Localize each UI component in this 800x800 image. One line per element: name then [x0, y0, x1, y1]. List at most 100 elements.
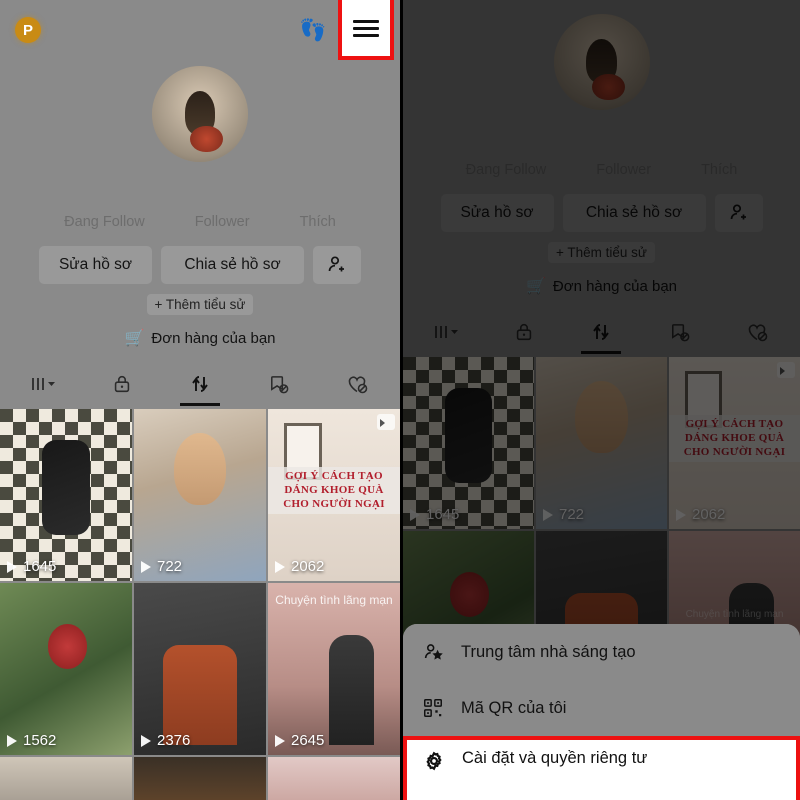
- stat-likes[interactable]: Thích: [701, 162, 737, 178]
- grid-cell[interactable]: [134, 757, 266, 800]
- menu-item-creator-center[interactable]: Trung tâm nhà sáng tạo: [403, 624, 800, 680]
- post-thumbnail: [403, 357, 534, 529]
- stat-likes[interactable]: Thích: [300, 214, 336, 230]
- stat-followers[interactable]: Follower: [596, 162, 651, 178]
- menu-item-settings-and-privacy[interactable]: Cài đặt và quyền riêng tư: [403, 736, 800, 800]
- your-orders-row[interactable]: 🛒 Đơn hàng của bạn: [0, 328, 400, 348]
- stat-following[interactable]: Đang Follow: [466, 162, 547, 178]
- add-friend-button[interactable]: [714, 194, 763, 232]
- view-count-row: 1645: [410, 506, 459, 523]
- play-icon: [141, 734, 151, 747]
- menu-item-my-qr-code[interactable]: Mã QR của tôi: [403, 680, 800, 736]
- add-bio-button[interactable]: + Thêm tiểu sử: [548, 242, 655, 263]
- view-count-row: 2062: [275, 558, 324, 575]
- grid-cell[interactable]: 1562: [0, 583, 132, 755]
- tab-saved[interactable]: [239, 362, 317, 406]
- creator-star-icon: [421, 641, 445, 663]
- view-count: 2062: [291, 558, 325, 575]
- footprints-icon[interactable]: 👣: [299, 18, 326, 43]
- profile-actions: Sửa hồ sơ Chia sẻ hồ sơ: [0, 246, 400, 284]
- platform-badge: P: [15, 17, 41, 43]
- view-count-row: 1562: [7, 732, 56, 749]
- play-icon: [275, 560, 285, 573]
- add-friend-button[interactable]: [313, 246, 361, 284]
- gear-icon: [422, 750, 446, 772]
- lock-icon: [516, 323, 531, 341]
- grid-cell[interactable]: [0, 757, 132, 800]
- view-count: 722: [157, 558, 183, 575]
- tab-reposts[interactable]: [161, 362, 239, 406]
- multi-photo-icon: [377, 414, 395, 430]
- grid-cell[interactable]: 722: [536, 357, 667, 529]
- view-count: 2376: [157, 732, 191, 749]
- tab-posts-grid[interactable]: [407, 310, 485, 354]
- tab-private[interactable]: [82, 362, 160, 406]
- grid-cell[interactable]: [268, 757, 400, 800]
- avatar[interactable]: [553, 14, 650, 110]
- profile-stats: Đang Follow Follower Thích: [0, 214, 400, 230]
- menu-item-label: Cài đặt và quyền riêng tư: [462, 749, 648, 767]
- post-thumbnail: [0, 409, 132, 581]
- avatar[interactable]: [152, 66, 248, 162]
- view-count: 722: [559, 506, 585, 523]
- profile-tabbar: [0, 360, 400, 406]
- bars-dropdown-icon: [30, 376, 56, 392]
- lock-icon: [114, 375, 129, 393]
- profile-tabbar: [403, 308, 800, 354]
- grid-cell[interactable]: Chuyện tình lãng mạn 2645: [268, 583, 400, 755]
- tab-liked[interactable]: [318, 362, 396, 406]
- view-count-row: 2376: [141, 732, 190, 749]
- screenshot-root: P 👣 Đang Follow Follower Thích Sửa hồ sơ…: [0, 0, 800, 800]
- tab-reposts[interactable]: [563, 310, 641, 354]
- bookmark-slash-icon: [671, 323, 690, 341]
- view-count-row: 2062: [676, 506, 725, 523]
- grid-cell[interactable]: GỢI Ý CÁCH TẠO DÁNG KHOE QUÀ CHO NGƯỜI N…: [268, 409, 400, 581]
- your-orders-row[interactable]: 🛒 Đơn hàng của bạn: [403, 276, 800, 296]
- hamburger-menu-icon: [353, 16, 379, 41]
- grid-cell[interactable]: 2376: [134, 583, 266, 755]
- right-phone-panel: Đang Follow Follower Thích Sửa hồ sơ Chi…: [400, 0, 800, 800]
- bars-dropdown-icon: [433, 324, 459, 340]
- post-grid-left: 1645 722 GỢI Ý CÁCH TẠO DÁNG KHOE QUÀ CH…: [0, 409, 400, 800]
- view-count: 1645: [23, 558, 57, 575]
- menu-item-label: Mã QR của tôi: [461, 698, 567, 717]
- tab-liked[interactable]: [718, 310, 796, 354]
- avatar-flowers: [190, 125, 224, 153]
- cart-icon: 🛒: [525, 278, 546, 295]
- post-thumbnail: [134, 583, 266, 755]
- stat-following[interactable]: Đang Follow: [64, 214, 145, 230]
- grid-cell[interactable]: 722: [134, 409, 266, 581]
- edit-profile-button[interactable]: Sửa hồ sơ: [440, 194, 554, 232]
- app-header: P 👣: [0, 0, 400, 60]
- hamburger-menu-button[interactable]: [338, 0, 394, 60]
- your-orders-label: Đơn hàng của bạn: [151, 329, 276, 347]
- play-icon: [141, 560, 151, 573]
- add-friend-icon: [328, 256, 344, 272]
- heart-slash-icon: [348, 376, 368, 394]
- view-count-row: 2645: [275, 732, 324, 749]
- stat-followers[interactable]: Follower: [195, 214, 250, 230]
- grid-cell[interactable]: 1645: [403, 357, 534, 529]
- tab-saved[interactable]: [640, 310, 718, 354]
- edit-profile-button[interactable]: Sửa hồ sơ: [39, 246, 152, 284]
- add-bio-button[interactable]: + Thêm tiểu sử: [146, 294, 254, 315]
- profile-actions: Sửa hồ sơ Chia sẻ hồ sơ: [403, 194, 800, 232]
- bookmark-slash-icon: [270, 375, 289, 393]
- multi-photo-icon: [777, 362, 795, 378]
- play-icon: [7, 734, 17, 747]
- post-thumbnail: [536, 357, 667, 529]
- grid-cell[interactable]: 1645: [0, 409, 132, 581]
- play-icon: [7, 560, 17, 573]
- share-profile-button[interactable]: Chia sẻ hồ sơ: [161, 246, 304, 284]
- tab-posts-grid[interactable]: [4, 362, 82, 406]
- grid-cell[interactable]: GỢI Ý CÁCH TẠO DÁNG KHOE QUÀ CHO NGƯỜI N…: [669, 357, 800, 529]
- view-count: 1645: [426, 506, 460, 523]
- tab-private[interactable]: [485, 310, 563, 354]
- cart-icon: 🛒: [124, 330, 145, 347]
- share-profile-button[interactable]: Chia sẻ hồ sơ: [562, 194, 706, 232]
- view-count-row: 1645: [7, 558, 56, 575]
- add-bio-row: + Thêm tiểu sử: [0, 294, 400, 315]
- play-icon: [410, 508, 420, 521]
- view-count: 2645: [291, 732, 325, 749]
- avatar-flowers: [591, 73, 625, 101]
